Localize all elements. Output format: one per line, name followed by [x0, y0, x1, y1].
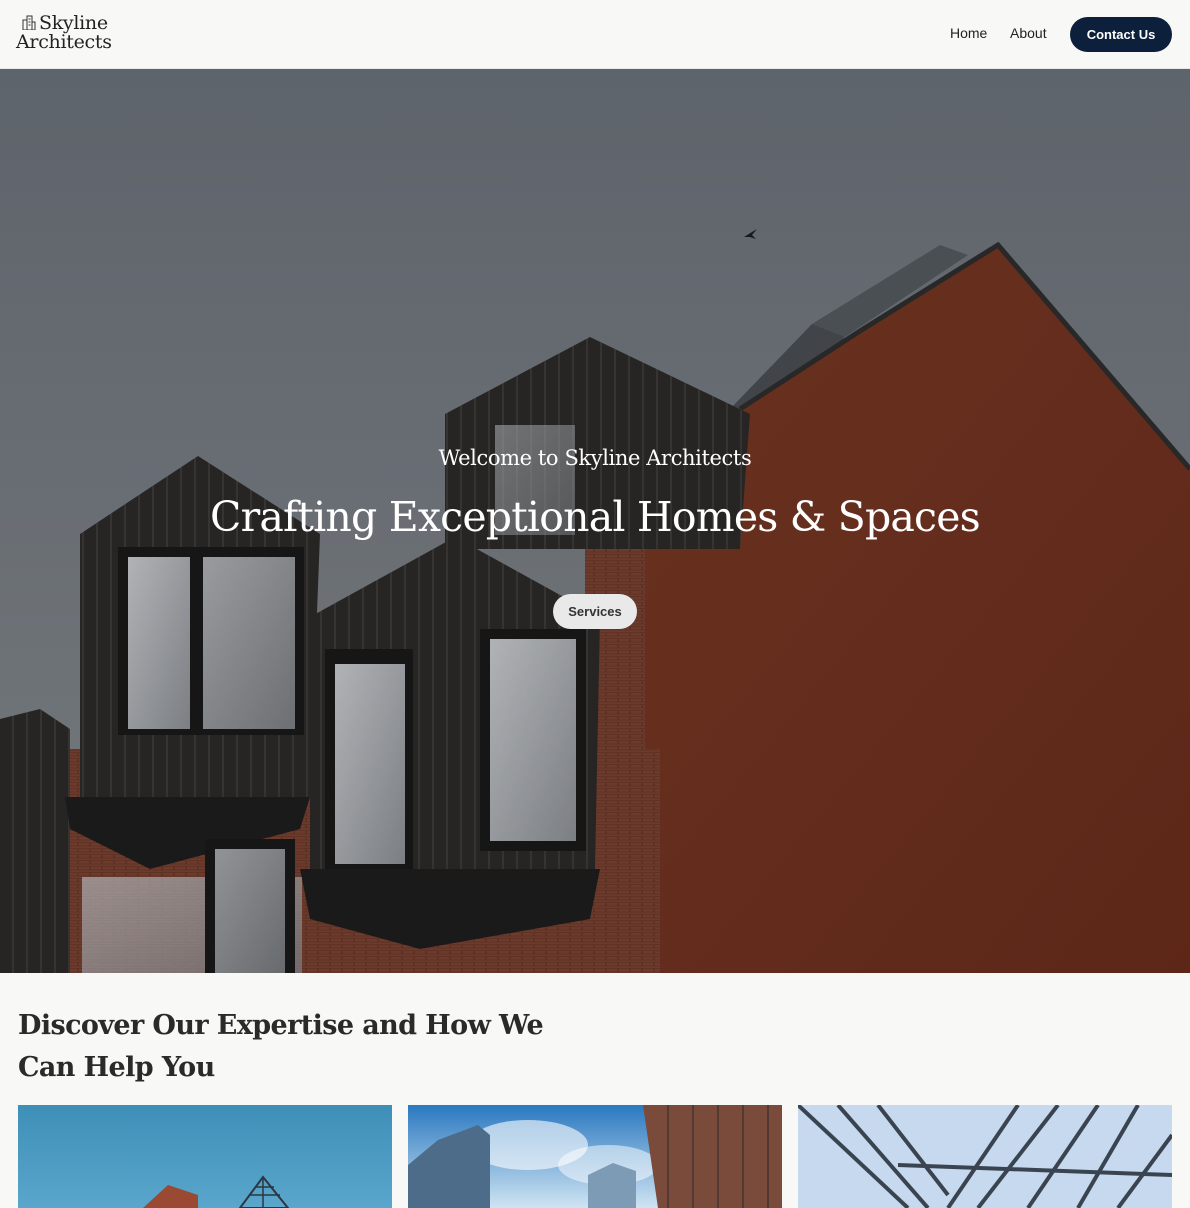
expertise-heading: Discover Our Expertise and How We Can He… — [18, 1010, 544, 1083]
site-header: Skyline Architects Home About Contact Us — [0, 0, 1190, 69]
nav-about-link[interactable]: About — [1010, 24, 1047, 42]
hero-eyebrow: Welcome to Skyline Architects — [438, 446, 752, 470]
nav-home-link[interactable]: Home — [950, 24, 987, 42]
expertise-card-1[interactable] — [18, 1105, 392, 1208]
expertise-card-2[interactable] — [408, 1105, 782, 1208]
card-1-image — [18, 1105, 392, 1208]
logo-text-line2: Architects — [16, 31, 112, 53]
services-button[interactable]: Services — [553, 594, 637, 629]
expertise-card-3[interactable] — [798, 1105, 1172, 1208]
hero-section: Welcome to Skyline Architects Crafting E… — [0, 69, 1190, 973]
card-2-image — [408, 1105, 782, 1208]
hero-title: Crafting Exceptional Homes & Spaces — [210, 493, 981, 541]
building-icon — [22, 15, 36, 30]
card-3-image — [798, 1105, 1172, 1208]
contact-us-button[interactable]: Contact Us — [1070, 17, 1172, 52]
logo[interactable]: Skyline Architects — [16, 12, 112, 53]
